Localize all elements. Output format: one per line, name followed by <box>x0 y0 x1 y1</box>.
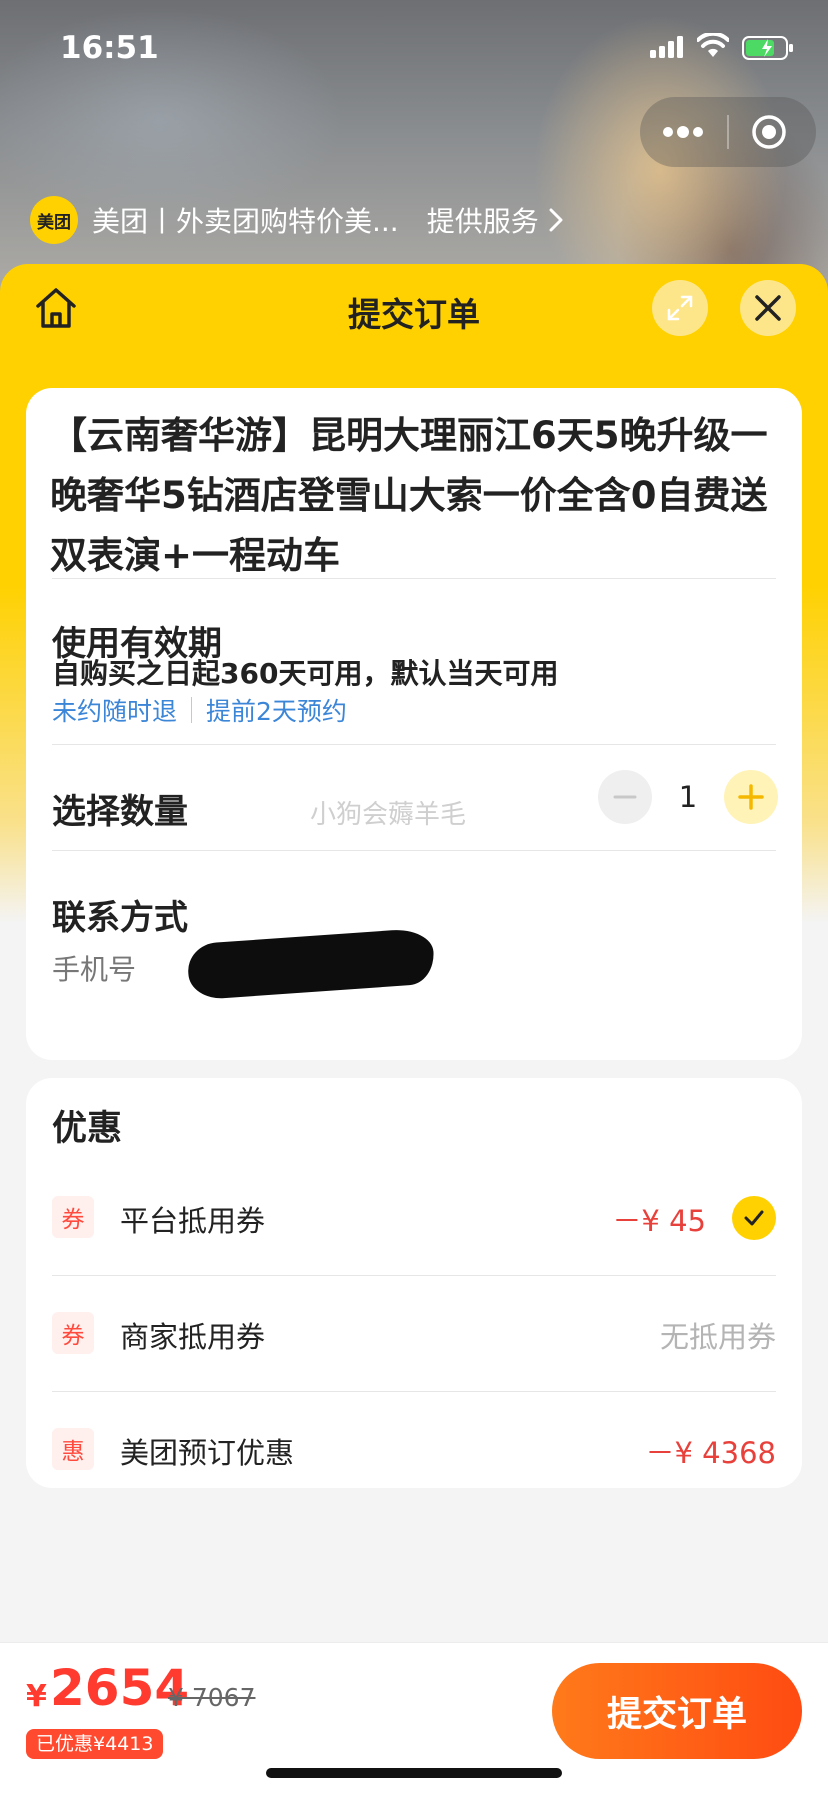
product-title: 【云南奢华游】昆明大理丽江6天5晚升级一晚奢华5钻酒店登雪山大索一价全含0自费送… <box>50 414 768 577</box>
close-button[interactable] <box>740 280 796 336</box>
decrease-button[interactable] <box>598 770 652 824</box>
divider <box>52 578 776 579</box>
status-time: 16:51 <box>60 30 159 66</box>
contact-label: 联系方式 <box>52 898 188 938</box>
watermark: 小狗会薅羊毛 <box>310 800 467 830</box>
expand-icon <box>667 295 693 321</box>
signal-icon <box>650 36 683 58</box>
quantity-stepper: 1 <box>598 770 778 824</box>
tag-refund: 未约随时退 <box>52 697 178 726</box>
minus-icon <box>613 795 637 799</box>
promo-badge: 惠 <box>52 1428 94 1470</box>
service-link[interactable]: 提供服务 <box>427 200 563 240</box>
service-bar: 美团 美团丨外卖团购特价美... 提供服务 <box>30 195 563 245</box>
divider <box>52 744 776 745</box>
logo-text: 美团 <box>37 212 71 233</box>
status-bar: 16:51 <box>0 0 828 100</box>
increase-button[interactable] <box>724 770 778 824</box>
service-link-label: 提供服务 <box>426 205 539 238</box>
chevron-right-icon <box>549 208 563 232</box>
coupon-badge: 券 <box>52 1196 94 1238</box>
discount-amount: 无抵用券 <box>659 1320 776 1354</box>
coupon-badge: 券 <box>52 1312 94 1354</box>
discount-name: 平台抵用券 <box>120 1204 266 1238</box>
product-card: 【云南奢华游】昆明大理丽江6天5晚升级一晚奢华5钻酒店登雪山大索一价全含0自费送… <box>26 388 802 1060</box>
close-icon <box>755 295 781 321</box>
more-icon[interactable] <box>662 122 704 142</box>
service-name: 美团丨外卖团购特价美... <box>92 205 399 238</box>
discount-amount: －¥ 4368 <box>645 1436 776 1470</box>
wifi-icon <box>697 33 729 57</box>
checkmark-icon[interactable] <box>732 1196 776 1240</box>
submit-order-button[interactable]: 提交订单 <box>552 1663 802 1759</box>
discount-row-booking: 惠 美团预订优惠 －¥ 4368 <box>52 1392 776 1508</box>
discount-title: 优惠 <box>52 1109 123 1149</box>
expand-button[interactable] <box>652 280 708 336</box>
divider <box>52 850 776 851</box>
discount-name: 商家抵用券 <box>120 1320 266 1354</box>
saved-badge: 已优惠¥4413 <box>26 1729 164 1759</box>
home-indicator[interactable] <box>266 1768 562 1778</box>
plus-icon <box>738 784 764 810</box>
phone-redaction[interactable] <box>186 927 436 1001</box>
order-sheet: 提交订单 【云南奢华游】昆明大理丽江6天5晚升级一晚奢华5钻酒店登雪山大索一价全… <box>0 264 828 1792</box>
validity-text: 自购买之日起360天可用，默认当天可用 <box>52 657 559 690</box>
discount-amount: －¥ 45 <box>612 1204 706 1238</box>
discount-card: 优惠 券 平台抵用券 －¥ 45 券 商家抵用券 无抵用券 惠 美团预订优惠 －… <box>26 1078 802 1488</box>
capsule-divider <box>727 115 729 149</box>
phone-label: 手机号 <box>52 953 137 986</box>
close-miniprogram-icon[interactable] <box>751 114 787 150</box>
discount-row-merchant[interactable]: 券 商家抵用券 无抵用券 <box>52 1276 776 1392</box>
battery-icon <box>742 36 793 60</box>
discount-row-platform[interactable]: 券 平台抵用券 －¥ 45 <box>52 1160 776 1276</box>
validity-tags: 未约随时退 提前2天预约 <box>52 692 347 728</box>
quantity-value: 1 <box>678 780 698 814</box>
tag-reservation: 提前2天预约 <box>206 697 347 726</box>
miniprogram-capsule <box>640 97 816 167</box>
meituan-logo: 美团 <box>30 196 78 244</box>
tag-divider <box>191 697 193 723</box>
sheet-header: 提交订单 <box>0 264 828 354</box>
original-price: ¥ 7067 <box>168 1683 256 1712</box>
quantity-label: 选择数量 <box>52 792 188 832</box>
price-currency: ¥ <box>26 1679 47 1714</box>
discount-name: 美团预订优惠 <box>120 1436 295 1470</box>
